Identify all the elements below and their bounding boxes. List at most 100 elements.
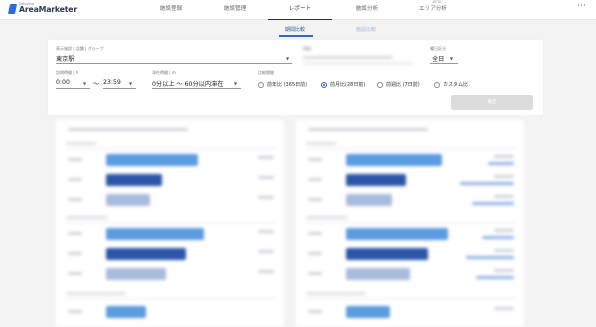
time-label: 訪問時間 | h (56, 70, 79, 75)
change-link[interactable] (472, 202, 514, 205)
value-placeholder (494, 229, 514, 232)
value-placeholder (494, 269, 514, 272)
section-label-placeholder (306, 216, 348, 219)
radio-week-over-week[interactable]: 前週比 (7日前) (377, 81, 420, 88)
beta-badge: BETA (433, 0, 442, 4)
row-label-placeholder (68, 178, 82, 181)
row-label-placeholder (68, 198, 82, 201)
value-placeholder (258, 196, 274, 199)
bar-dark (106, 248, 186, 260)
bar-pale (346, 268, 410, 280)
row-label-placeholder (308, 252, 322, 255)
right-report-card (296, 120, 524, 327)
weekday-label: 曜日区分 (430, 46, 446, 51)
radio-label: 前年比 (365日前) (267, 82, 308, 88)
radio-custom[interactable]: カスタム比 (434, 81, 468, 88)
period-label: 期間 (303, 46, 311, 51)
facility-label: 表示施設 | 店舗 | グループ (56, 46, 104, 51)
facility-select-value[interactable]: 東京駅 (56, 54, 75, 63)
row-label-placeholder (308, 158, 322, 161)
value-placeholder (494, 155, 514, 158)
bar-pale (106, 194, 150, 206)
radio-label: 前月比(28日前) (330, 82, 366, 88)
time-from-value[interactable]: 0:00 (56, 79, 70, 86)
left-report-card (56, 120, 284, 327)
nav-area-analysis[interactable]: BETA エリア分析 (414, 0, 452, 20)
time-separator: 〜 (93, 81, 100, 88)
kebab-menu-icon[interactable]: ⋯ (577, 2, 586, 11)
change-link[interactable] (466, 256, 514, 259)
change-link[interactable] (460, 182, 514, 185)
stay-select-underline (152, 88, 241, 89)
change-link[interactable] (482, 236, 514, 239)
bar-light (106, 154, 198, 166)
value-placeholder (494, 307, 514, 310)
radio-circle-icon (258, 81, 264, 88)
nav-facility-manage[interactable]: 施設管理 (220, 0, 250, 20)
change-link[interactable] (488, 162, 514, 165)
time-from-underline (56, 88, 90, 89)
value-placeholder (258, 176, 274, 179)
radio-circle-icon (434, 81, 440, 88)
bar-dark (106, 174, 162, 186)
bar-light (346, 154, 442, 166)
row-label-placeholder (68, 232, 82, 235)
row-label-placeholder (308, 272, 322, 275)
stay-dropdown-icon[interactable]: ▼ (234, 81, 237, 86)
bar-dark (346, 174, 406, 186)
nav-facility-register[interactable]: 施設登録 (156, 0, 186, 20)
nav-area-analysis-label: エリア分析 (419, 6, 447, 12)
change-link[interactable] (476, 276, 514, 279)
value-placeholder (494, 249, 514, 252)
logo-icon (7, 3, 18, 14)
row-label-placeholder (68, 272, 82, 275)
time-from-dropdown-icon[interactable]: ▼ (83, 81, 86, 86)
row-label-placeholder (68, 158, 82, 161)
radio-selected-icon (321, 81, 327, 88)
divider (66, 222, 276, 223)
value-placeholder (258, 230, 274, 233)
active-tab-indicator (279, 35, 313, 37)
nav-report[interactable]: レポート (268, 0, 332, 20)
radio-year-over-year[interactable]: 前年比 (365日前) (258, 81, 307, 88)
tab-facility-compare[interactable]: 施設比較 (356, 26, 376, 33)
confirm-button[interactable]: 確定 (451, 95, 533, 110)
time-to-value[interactable]: 23:59 (103, 79, 121, 86)
divider (306, 148, 516, 149)
divider (306, 298, 516, 299)
compare-label: 比較期間 (258, 70, 274, 75)
app-logo[interactable]: Dataview AreaMarketer (7, 2, 78, 15)
section-label-placeholder (66, 216, 108, 219)
tab-period-compare[interactable]: 期間比較 (285, 26, 305, 33)
period-field[interactable] (303, 56, 393, 59)
row-label-placeholder (68, 310, 82, 313)
value-placeholder (258, 156, 274, 159)
bar-light (346, 228, 448, 240)
weekday-dropdown-icon[interactable]: ▼ (450, 56, 453, 61)
divider (66, 148, 276, 149)
weekday-select-value[interactable]: 全日 (432, 54, 444, 63)
facility-select-underline (56, 63, 292, 64)
logo-name: AreaMarketer (19, 5, 78, 15)
nav-facility-analysis[interactable]: 施設分析 (352, 0, 382, 20)
bar-light (106, 306, 146, 318)
card-title-placeholder (308, 128, 428, 131)
row-label-placeholder (308, 310, 322, 313)
radio-month-over-month[interactable]: 前月比(28日前) (321, 81, 365, 88)
divider (306, 222, 516, 223)
stay-select-value[interactable]: 0分以上 〜 60分以内滞在 (152, 79, 223, 88)
section-label-placeholder (66, 292, 126, 295)
bar-light (106, 228, 204, 240)
row-label-placeholder (68, 252, 82, 255)
top-bar: Dataview AreaMarketer 施設登録 施設管理 レポート 施設分… (0, 0, 596, 20)
facility-dropdown-icon[interactable]: ▼ (286, 56, 289, 61)
section-label-placeholder (306, 292, 366, 295)
divider (66, 298, 276, 299)
weekday-select-underline (430, 63, 458, 64)
time-to-dropdown-icon[interactable]: ▼ (129, 81, 132, 86)
time-to-underline (103, 88, 136, 89)
section-label-placeholder (66, 142, 96, 145)
radio-label: 前週比 (7日前) (386, 82, 420, 88)
bar-pale (106, 268, 166, 280)
period-underline (303, 63, 413, 64)
